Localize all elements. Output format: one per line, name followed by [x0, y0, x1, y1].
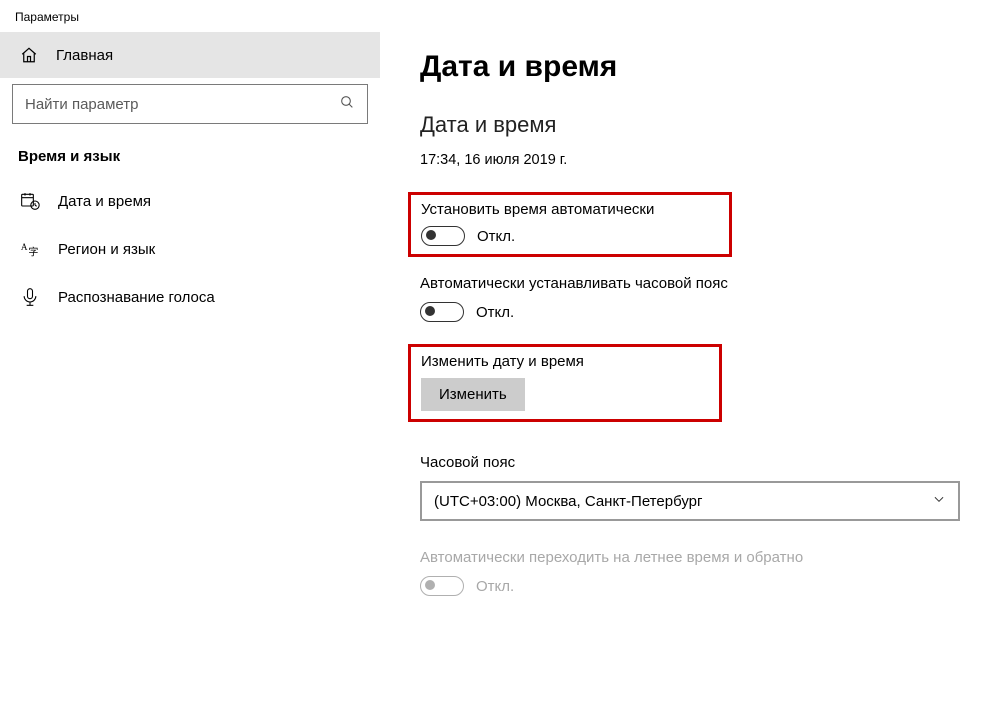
change-datetime-label: Изменить дату и время [421, 353, 707, 370]
search-input[interactable] [25, 96, 339, 113]
timezone-label: Часовой пояс [420, 454, 971, 471]
dst-label: Автоматически переходить на летнее время… [420, 549, 971, 566]
auto-timezone-label: Автоматически устанавливать часовой пояс [420, 275, 971, 292]
home-icon [20, 46, 38, 64]
section-heading: Дата и время [420, 112, 971, 138]
svg-text:A: A [21, 242, 28, 252]
sidebar-item-datetime[interactable]: Дата и время [0, 177, 380, 225]
calendar-clock-icon [20, 191, 40, 211]
home-label: Главная [56, 47, 113, 64]
page-title: Дата и время [420, 50, 971, 84]
auto-time-label: Установить время автоматически [421, 201, 717, 218]
current-datetime: 17:34, 16 июля 2019 г. [420, 152, 971, 168]
auto-timezone-toggle[interactable] [420, 302, 464, 322]
search-icon [339, 94, 355, 114]
timezone-value: (UTC+03:00) Москва, Санкт-Петербург [434, 493, 702, 510]
dst-state: Откл. [476, 578, 514, 595]
main-content: Дата и время Дата и время 17:34, 16 июля… [380, 32, 991, 710]
search-box[interactable] [12, 84, 368, 124]
sidebar-item-region[interactable]: A 字 Регион и язык [0, 225, 380, 273]
chevron-down-icon [932, 492, 946, 510]
auto-time-toggle[interactable] [421, 226, 465, 246]
dst-toggle [420, 576, 464, 596]
svg-text:字: 字 [28, 246, 38, 259]
sidebar-item-label: Регион и язык [58, 241, 155, 258]
home-nav[interactable]: Главная [0, 32, 380, 78]
microphone-icon [20, 287, 40, 307]
sidebar-item-speech[interactable]: Распознавание голоса [0, 273, 380, 321]
timezone-dropdown[interactable]: (UTC+03:00) Москва, Санкт-Петербург [420, 481, 960, 521]
sidebar-item-label: Дата и время [58, 193, 151, 210]
window-title: Параметры [0, 0, 991, 32]
sidebar-item-label: Распознавание голоса [58, 289, 215, 306]
auto-time-state: Откл. [477, 228, 515, 245]
category-title: Время и язык [0, 130, 380, 177]
auto-timezone-state: Откл. [476, 304, 514, 321]
highlight-change-datetime: Изменить дату и время Изменить [408, 344, 722, 422]
language-icon: A 字 [20, 239, 40, 259]
sidebar: Главная Время и язык [0, 32, 380, 710]
highlight-auto-time: Установить время автоматически Откл. [408, 192, 732, 257]
change-datetime-button[interactable]: Изменить [421, 378, 525, 411]
